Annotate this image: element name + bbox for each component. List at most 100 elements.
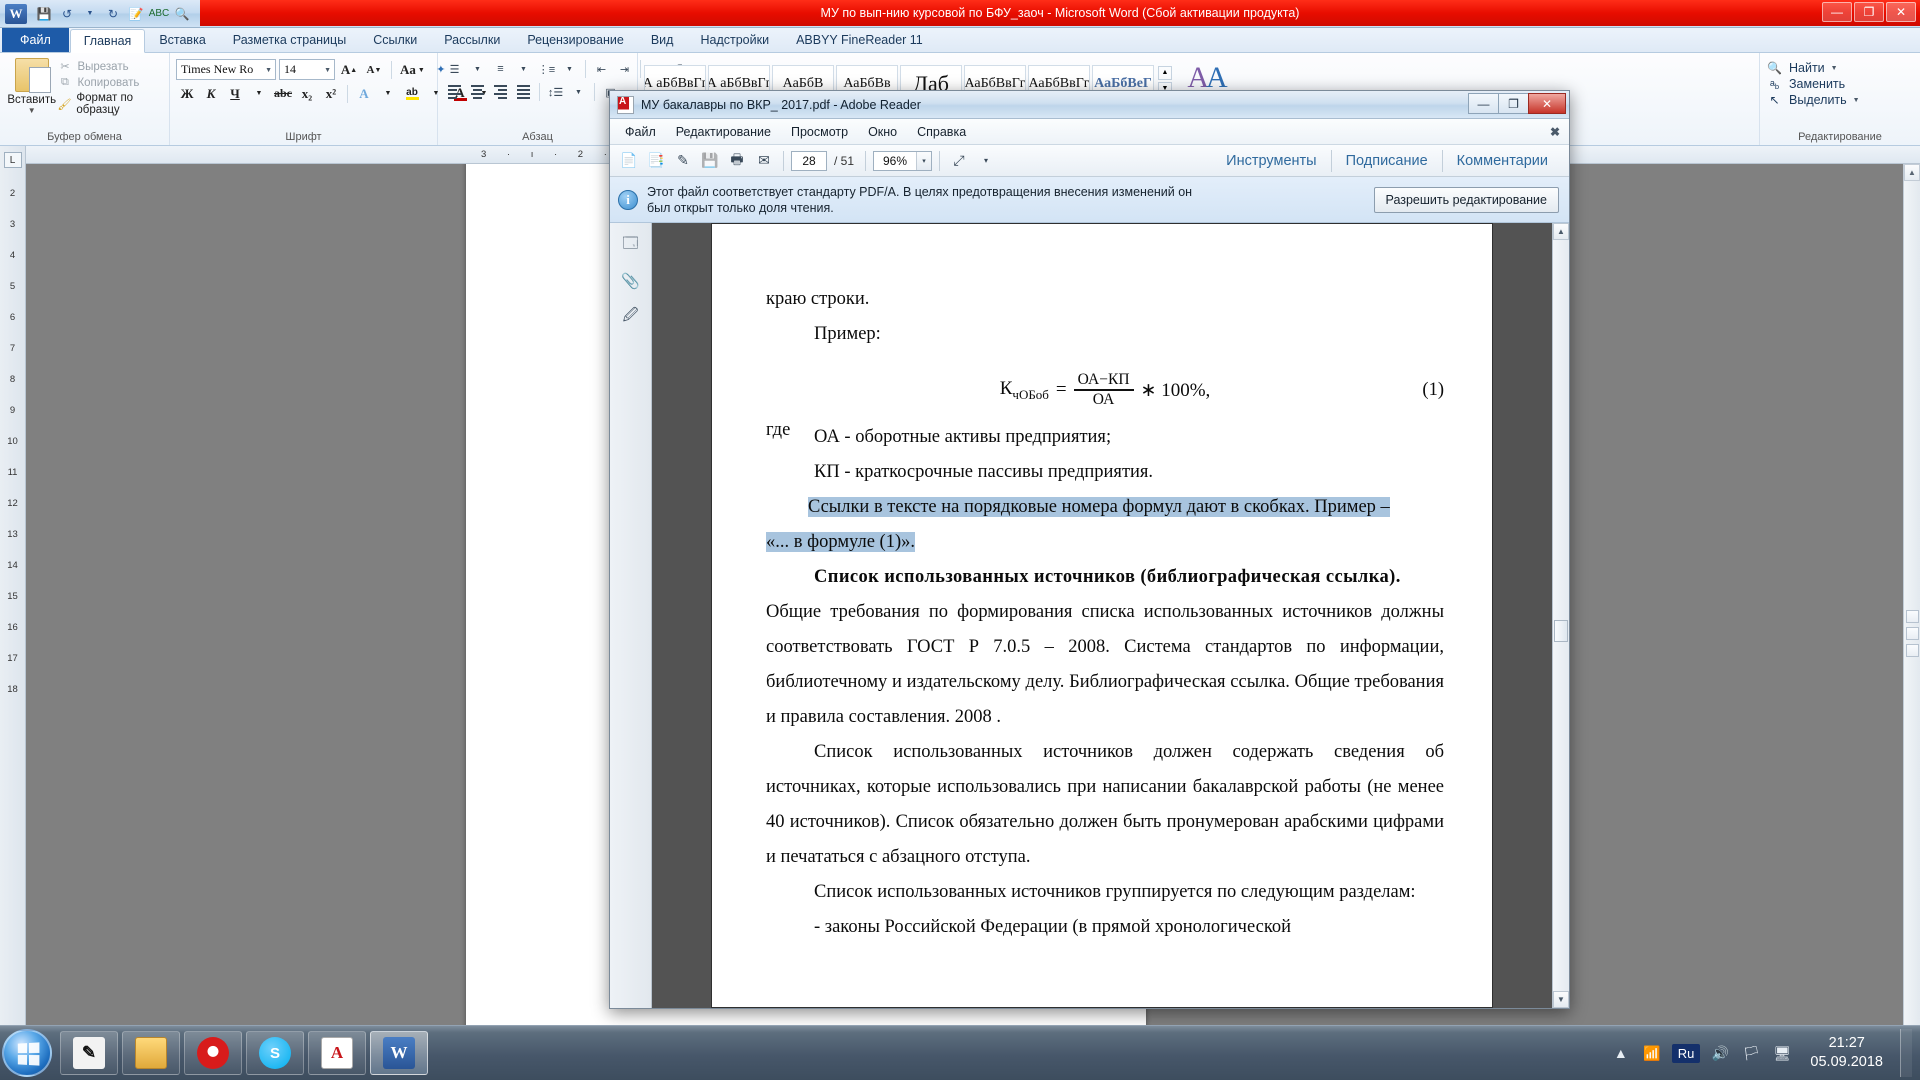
tools-link[interactable]: Инструменты [1212, 153, 1330, 169]
next-page-icon[interactable] [1905, 644, 1919, 657]
cut-button[interactable]: ✂ Вырезать [57, 60, 163, 74]
word-minimize-button[interactable]: — [1822, 2, 1852, 22]
scroll-down-icon[interactable]: ▼ [1553, 991, 1569, 1008]
multilevel-dropdown-icon[interactable]: ▼ [559, 59, 580, 79]
align-center-icon[interactable] [467, 82, 488, 102]
paste-button[interactable]: Вставить ▼ [6, 56, 57, 115]
action-center-icon[interactable]: 🏳 [1740, 1042, 1762, 1064]
align-right-icon[interactable] [490, 82, 511, 102]
adobe-minimize-button[interactable]: — [1468, 93, 1498, 114]
select-button[interactable]: ↖ Выделить ▼ [1766, 93, 1859, 107]
font-family-combo[interactable]: Times New Ro ▼ [176, 59, 276, 80]
superscript-button[interactable]: x² [320, 83, 342, 104]
text-effects-dropdown-icon[interactable]: ▼ [377, 83, 399, 104]
adobe-maximize-button[interactable]: ❐ [1498, 93, 1528, 114]
taskbar-item-notes[interactable]: ✎ [60, 1031, 118, 1075]
menu-file[interactable]: Файл [616, 123, 665, 141]
select-browse-object-icon[interactable] [1905, 627, 1919, 640]
scroll-thumb[interactable] [1554, 620, 1568, 642]
change-case-button[interactable]: Aa ▼ [398, 59, 427, 80]
tab-file[interactable]: Файл [2, 27, 69, 52]
find-button[interactable]: 🔍 Найти ▼ [1766, 61, 1860, 75]
tab-insert[interactable]: Вставка [146, 28, 218, 52]
menu-view[interactable]: Просмотр [782, 123, 857, 141]
pdf-canvas[interactable]: краю строки. Пример: КчОБоб = ОА−КП ОА ∗… [652, 223, 1552, 1008]
clock[interactable]: 21:27 05.09.2018 [1802, 1034, 1891, 1072]
undo-icon[interactable]: ↺ [57, 4, 77, 24]
highlight-button[interactable]: ab [401, 83, 423, 104]
font-size-combo[interactable]: 14 ▼ [279, 59, 335, 80]
line-spacing-dropdown-icon[interactable]: ▼ [568, 82, 589, 102]
grow-font-button[interactable]: A ▲ [338, 59, 360, 80]
word-maximize-button[interactable]: ❐ [1854, 2, 1884, 22]
previous-page-icon[interactable] [1905, 610, 1919, 623]
create-pdf-icon[interactable]: 📑 [644, 149, 668, 173]
tab-home[interactable]: Главная [69, 29, 146, 53]
taskbar-item-explorer[interactable] [122, 1031, 180, 1075]
paste-dropdown-icon[interactable]: ▼ [28, 106, 36, 115]
edit-pdf-icon[interactable]: ✎ [671, 149, 695, 173]
tab-review[interactable]: Рецензирование [514, 28, 637, 52]
taskbar-item-opera[interactable] [184, 1031, 242, 1075]
copy-button[interactable]: ⧉ Копировать [57, 76, 163, 89]
save-icon[interactable]: 💾 [34, 4, 54, 24]
show-hidden-icons-icon[interactable]: ▲ [1610, 1042, 1632, 1064]
decrease-indent-icon[interactable]: ⇤ [591, 59, 612, 79]
format-painter-button[interactable]: 🖌 Формат по образцу [57, 92, 163, 116]
scroll-track[interactable] [1553, 240, 1569, 991]
tab-abbyy-finereader[interactable]: ABBYY FineReader 11 [783, 28, 936, 52]
adobe-close-button[interactable]: ✕ [1528, 93, 1566, 114]
language-indicator[interactable]: Ru [1671, 1043, 1701, 1063]
line-spacing-icon[interactable]: ↕☰ [545, 82, 566, 102]
shrink-font-button[interactable]: A ▼ [363, 59, 385, 80]
show-desktop-button[interactable] [1900, 1029, 1912, 1077]
review-icon[interactable]: 📝 [126, 4, 146, 24]
display-icon[interactable]: 🖥 [1771, 1042, 1793, 1064]
styles-scroll-up-icon[interactable]: ▲ [1158, 65, 1172, 80]
close-document-icon[interactable]: ✖ [1550, 125, 1560, 139]
underline-button[interactable]: Ч [224, 83, 246, 104]
multilevel-list-icon[interactable]: ⋮≡ [536, 59, 557, 79]
tab-references[interactable]: Ссылки [360, 28, 430, 52]
bullets-dropdown-icon[interactable]: ▼ [467, 59, 488, 79]
page-thumbnails-icon[interactable]: 🗔 [619, 233, 643, 257]
fit-page-icon[interactable]: ⤢ [947, 149, 971, 173]
increase-indent-icon[interactable]: ⇥ [614, 59, 635, 79]
tab-mailings[interactable]: Рассылки [431, 28, 513, 52]
scroll-up-icon[interactable]: ▲ [1904, 164, 1920, 181]
tab-addins[interactable]: Надстройки [687, 28, 782, 52]
bullets-icon[interactable]: ☰ [444, 59, 465, 79]
tab-page-layout[interactable]: Разметка страницы [220, 28, 359, 52]
scroll-up-icon[interactable]: ▲ [1553, 223, 1569, 240]
tab-view[interactable]: Вид [638, 28, 687, 52]
email-icon[interactable]: ✉ [752, 149, 776, 173]
volume-icon[interactable]: 🔊 [1709, 1042, 1731, 1064]
word-close-button[interactable]: ✕ [1886, 2, 1916, 22]
replace-button[interactable]: ab Заменить [1766, 77, 1860, 91]
align-left-icon[interactable] [444, 82, 465, 102]
justify-icon[interactable] [513, 82, 534, 102]
network-icon[interactable]: 📶 [1641, 1042, 1663, 1064]
undo-dropdown-icon[interactable]: ▼ [80, 4, 100, 24]
subscript-button[interactable]: x₂ [296, 83, 318, 104]
redo-icon[interactable]: ↻ [103, 4, 123, 24]
chevron-down-icon[interactable]: ▾ [916, 151, 932, 170]
numbering-dropdown-icon[interactable]: ▼ [513, 59, 534, 79]
print-preview-icon[interactable]: 🔍 [172, 4, 192, 24]
tab-selector-button[interactable]: L [3, 152, 22, 168]
attachments-icon[interactable]: 📎 [619, 269, 643, 293]
menu-help[interactable]: Справка [908, 123, 975, 141]
menu-window[interactable]: Окно [859, 123, 906, 141]
taskbar-item-word[interactable]: W [370, 1031, 428, 1075]
comment-link[interactable]: Комментарии [1443, 153, 1562, 169]
bold-button[interactable]: Ж [176, 83, 198, 104]
text-effects-button[interactable]: A [353, 83, 375, 104]
taskbar-item-skype[interactable]: S [246, 1031, 304, 1075]
numbering-icon[interactable]: ≡ [490, 59, 511, 79]
sign-link[interactable]: Подписание [1332, 153, 1442, 169]
taskbar-item-acrobat[interactable]: A [308, 1031, 366, 1075]
strikethrough-button[interactable]: abc [272, 83, 294, 104]
signatures-icon[interactable]: 🖉 [619, 305, 643, 329]
word-vertical-scrollbar[interactable]: ▲ [1903, 164, 1920, 1056]
adobe-vertical-scrollbar[interactable]: ▲ ▼ [1552, 223, 1569, 1008]
